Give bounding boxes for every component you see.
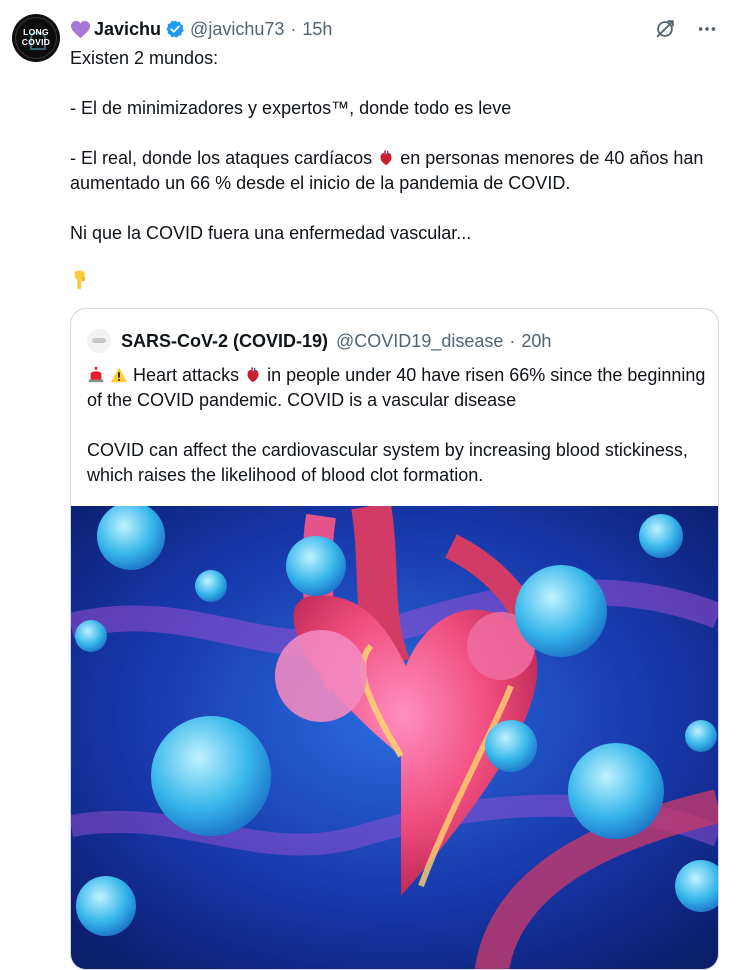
author-handle[interactable]: @javichu73	[190, 19, 284, 40]
tweet-line-3: - El real, donde los ataques cardíacos e…	[70, 146, 720, 196]
author-name[interactable]: Javichu	[94, 19, 161, 40]
tweet-actions-top	[654, 18, 718, 40]
anatomical-heart-icon-quote	[247, 367, 259, 383]
tweet-line-2: - El de minimizadores y expertos™, donde…	[70, 98, 512, 118]
quoted-paragraph-1: Heart attacks in people under 40 have ri…	[87, 363, 707, 413]
post-time[interactable]: 15h	[302, 19, 332, 40]
quoted-author-handle[interactable]: @COVID19_disease	[336, 331, 503, 352]
anatomical-heart-icon	[380, 150, 392, 166]
quoted-header: SARS-CoV-2 (COVID-19) @COVID19_disease ·…	[87, 329, 551, 353]
quoted-author-name[interactable]: SARS-CoV-2 (COVID-19)	[121, 331, 328, 352]
tweet-line-1: Existen 2 mundos:	[70, 48, 219, 68]
pointing-down-hand-icon	[74, 270, 85, 290]
avatar-text-covid: COVID	[21, 37, 51, 47]
quoted-text: Heart attacks in people under 40 have ri…	[87, 363, 707, 488]
rotating-light-icon	[88, 366, 104, 383]
more-icon[interactable]	[696, 18, 718, 40]
purple-heart-icon	[71, 20, 90, 38]
quoted-avatar[interactable]	[87, 329, 111, 353]
avatar-text-long: LONG	[23, 27, 49, 37]
verified-badge-icon	[166, 20, 184, 38]
grok-icon[interactable]	[654, 18, 676, 40]
quoted-text-start: Heart attacks	[133, 365, 240, 385]
warning-icon	[110, 367, 128, 383]
quoted-time[interactable]: 20h	[521, 331, 551, 352]
tweet-header: Javichu @javichu73 · 15h	[70, 17, 332, 41]
header-separator: ·	[290, 18, 297, 39]
quoted-separator: ·	[509, 330, 516, 351]
tweet-line-3-start: - El real, donde los ataques cardíacos	[70, 148, 373, 168]
heart-virus-image[interactable]	[71, 506, 718, 969]
quoted-paragraph-2: COVID can affect the cardiovascular syst…	[87, 440, 688, 485]
tweet-text: Existen 2 mundos: - El de minimizadores …	[70, 46, 720, 246]
author-avatar[interactable]: LONG COVID	[12, 14, 60, 62]
tweet-line-4: Ni que la COVID fuera una enfermedad vas…	[70, 223, 472, 243]
quoted-tweet[interactable]: SARS-CoV-2 (COVID-19) @COVID19_disease ·…	[70, 308, 719, 970]
